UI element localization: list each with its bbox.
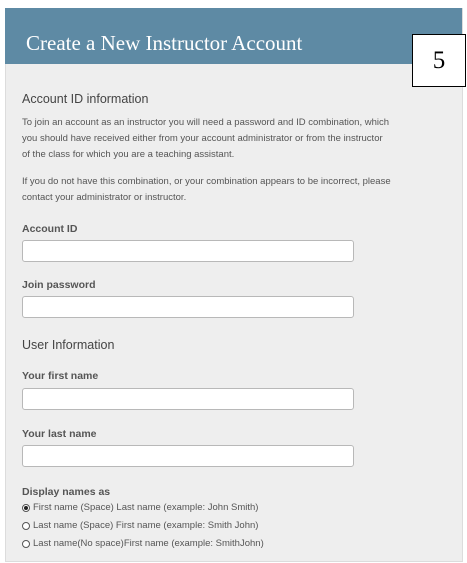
intro-line: To join an account as an instructor you … xyxy=(22,117,390,128)
page-header: Create a New Instructor Account xyxy=(5,8,462,64)
account-id-label: Account ID xyxy=(22,223,78,235)
display-name-option-last-first-no-space[interactable]: Last name(No space)First name (example: … xyxy=(22,538,264,549)
user-info-section-heading: User Information xyxy=(22,338,115,352)
display-name-option-label: First name (Space) Last name (example: J… xyxy=(33,502,259,513)
join-password-input[interactable] xyxy=(22,296,354,318)
intro-line: of the class for which you are a teachin… xyxy=(22,149,235,160)
display-name-option-first-last[interactable]: First name (Space) Last name (example: J… xyxy=(22,502,258,513)
help-line: contact your administrator or instructor… xyxy=(22,192,187,203)
account-id-intro-text: To join an account as an instructor you … xyxy=(22,115,458,163)
display-name-option-last-first[interactable]: Last name (Space) First name (example: S… xyxy=(22,520,258,531)
first-name-input[interactable] xyxy=(22,388,354,410)
help-line: If you do not have this combination, or … xyxy=(22,176,391,187)
page-title: Create a New Instructor Account xyxy=(26,31,303,55)
first-name-label: Your first name xyxy=(22,370,99,382)
radio-selected-icon[interactable] xyxy=(22,503,30,512)
radio-unselected-icon[interactable] xyxy=(22,539,30,548)
account-id-section-heading: Account ID information xyxy=(22,92,149,106)
join-password-label: Join password xyxy=(22,279,96,291)
display-name-option-label: Last name(No space)First name (example: … xyxy=(33,538,264,549)
display-name-option-label: Last name (Space) First name (example: S… xyxy=(33,520,259,531)
account-id-help-text: If you do not have this combination, or … xyxy=(22,174,458,206)
intro-line: you should have received either from you… xyxy=(22,133,383,144)
display-names-label: Display names as xyxy=(22,486,111,498)
last-name-input[interactable] xyxy=(22,445,354,467)
account-id-input[interactable] xyxy=(22,240,354,262)
radio-unselected-icon[interactable] xyxy=(22,521,30,530)
last-name-label: Your last name xyxy=(22,428,97,440)
step-number-badge: 5 xyxy=(412,34,466,87)
